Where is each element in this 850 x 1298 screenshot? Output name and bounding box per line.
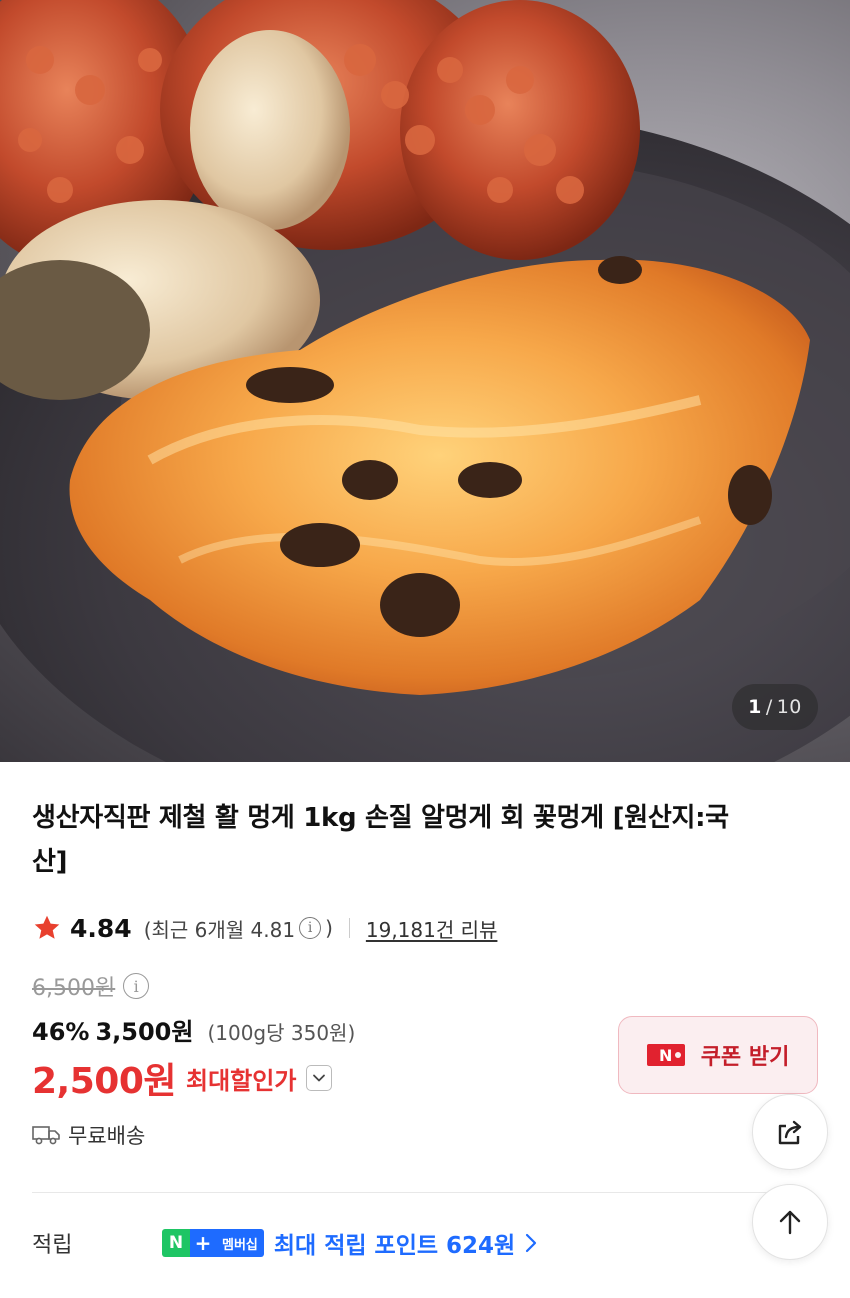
price-info-icon[interactable]: i — [123, 973, 150, 999]
sale-price-row: 46% 3,500원 (100g당 350원) — [32, 1012, 355, 1047]
shipping-label: 무료배송 — [68, 1124, 146, 1148]
points-text: 최대 적립 포인트 624원 — [274, 1226, 515, 1260]
image-counter: 1 / 10 — [732, 684, 818, 730]
product-photo — [0, 0, 850, 762]
chevron-down-icon — [313, 1074, 326, 1082]
sale-price: 3,500원 — [95, 1018, 194, 1046]
scroll-to-top-button[interactable] — [752, 1184, 828, 1260]
star-icon — [34, 915, 60, 939]
image-counter-total: 10 — [776, 696, 802, 718]
product-title: 생산자직판 제철 활 멍게 1kg 손질 알멍게 회 꽃멍게 [원산지:국산] — [32, 803, 729, 877]
badge-n: N — [162, 1229, 190, 1257]
recent-rating: (최근 6개월 4.81 i ) — [144, 914, 333, 943]
truck-icon — [32, 1126, 60, 1145]
section-divider — [32, 1192, 792, 1193]
product-image[interactable]: 1 / 10 — [0, 0, 850, 762]
max-discount-price: 2,500원 — [32, 1061, 177, 1102]
max-discount-row: 2,500원 최대할인가 — [32, 1052, 333, 1104]
divider — [348, 918, 350, 938]
share-icon — [778, 1120, 802, 1145]
get-coupon-button[interactable]: N 쿠폰 받기 — [618, 1016, 818, 1094]
points-row[interactable]: 적립 N + 멤버십 최대 적립 포인트 624원 — [32, 1226, 752, 1260]
share-button[interactable] — [752, 1094, 828, 1170]
image-counter-separator: / — [765, 696, 773, 718]
expand-discount-button[interactable] — [306, 1065, 333, 1091]
badge-membership: 멤버십 — [216, 1229, 264, 1257]
badge-plus: + — [190, 1229, 216, 1257]
naver-plus-membership-badge: N + 멤버십 — [162, 1229, 264, 1257]
unit-price: (100g당 350원) — [207, 1021, 356, 1045]
original-price: 6,500원 — [32, 976, 116, 1001]
max-discount-label: 최대할인가 — [186, 1066, 297, 1095]
info-icon[interactable]: i — [299, 917, 322, 939]
points-amount: 624원 — [446, 1233, 516, 1259]
naver-n-icon: N — [646, 1044, 685, 1066]
coupon-label: 쿠폰 받기 — [700, 1045, 790, 1070]
rating-score: 4.84 — [70, 913, 132, 943]
rating-row: 4.84 (최근 6개월 4.81 i ) 19,181건 리뷰 — [32, 908, 497, 948]
review-count-link[interactable]: 19,181건 리뷰 — [366, 914, 498, 943]
image-counter-current: 1 — [748, 696, 762, 718]
arrow-up-icon — [779, 1210, 801, 1235]
discount-rate: 46% — [32, 1018, 90, 1046]
original-price-row: 6,500원 i — [32, 970, 153, 1002]
chevron-right-icon — [526, 1233, 537, 1253]
points-label: 적립 — [32, 1233, 73, 1258]
points-text-prefix: 최대 적립 포인트 — [273, 1233, 447, 1259]
recent-rating-prefix: (최근 6개월 4.81 — [143, 917, 296, 942]
shipping-row: 무료배송 — [32, 1120, 145, 1150]
recent-rating-suffix: ) — [325, 916, 333, 940]
